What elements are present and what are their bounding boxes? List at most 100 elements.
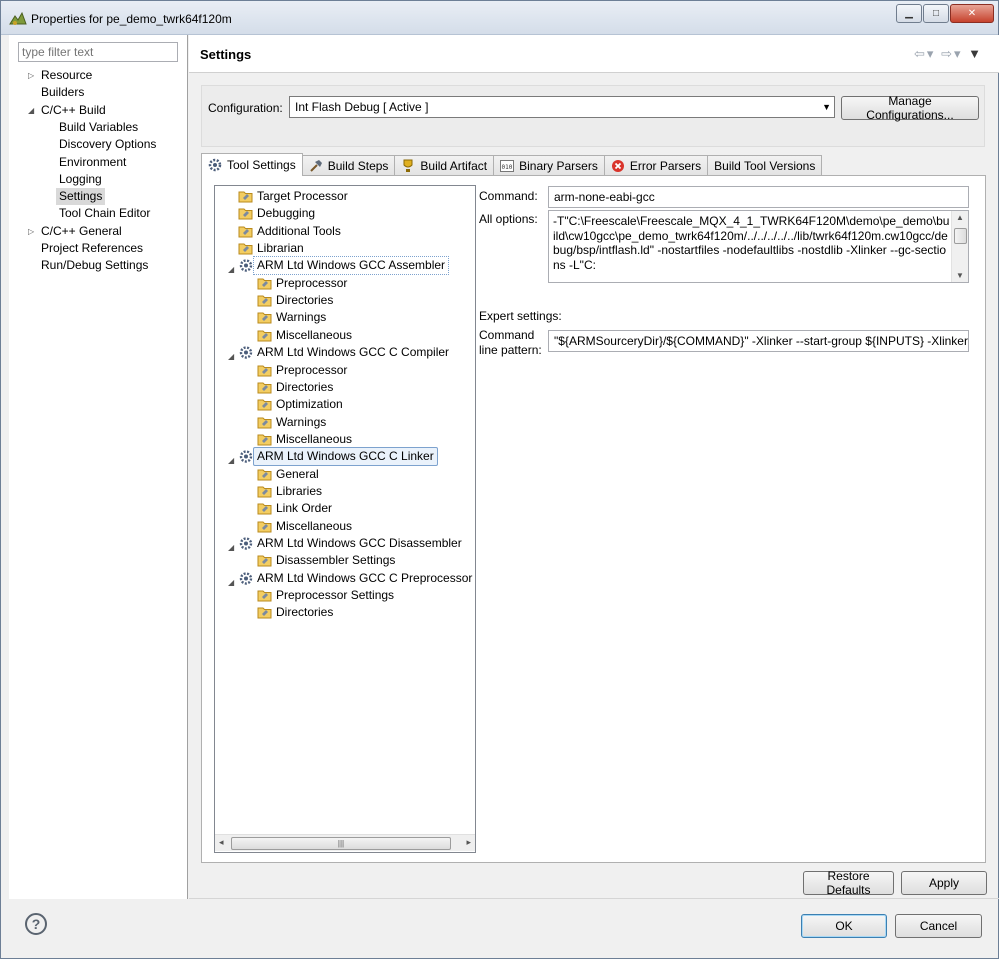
trophy-icon [403,159,413,172]
all-options-textarea[interactable]: -T"C:\Freescale\Freescale_MQX_4_1_TWRK64… [548,210,969,283]
tree-item[interactable]: Directories [1,604,471,621]
tree-item[interactable]: Miscellaneous [1,431,471,448]
command-input[interactable]: arm-none-eabi-gcc [548,186,969,208]
apply-button[interactable]: Apply [901,871,987,895]
tab-binary-parsers[interactable]: 010 Binary Parsers [493,155,605,176]
tree-item[interactable]: Preprocessor [1,275,471,292]
sidebar-item-builders[interactable]: Builders [41,84,84,101]
tree-item[interactable]: Preprocessor Settings [1,587,471,604]
cancel-button[interactable]: Cancel [895,914,982,938]
help-icon[interactable]: ? [25,913,47,935]
tree-item-label: Warnings [276,414,327,429]
tree-item[interactable]: Link Order [1,500,471,517]
tree-item[interactable]: ◢ ARM Ltd Windows GCC Disassembler [1,535,471,552]
tab-build-tool-versions[interactable]: Build Tool Versions [707,155,823,176]
tab-label: Binary Parsers [519,159,598,173]
maximize-icon: □ [932,8,940,19]
settings-folder-icon [257,519,273,534]
tree-item-label: Libraries [276,483,323,498]
tree-item[interactable]: Preprocessor [1,362,471,379]
tree-horizontal-scrollbar[interactable]: ◂ ||| ▸ [215,834,475,851]
tree-item-label: Preprocessor [276,275,348,290]
settings-folder-icon [238,189,254,204]
app-icon [9,11,27,25]
back-dropdown-icon[interactable]: ▾ [927,46,936,61]
tree-item[interactable]: Debugging [1,205,471,222]
sidebar-item-build-variables[interactable]: Build Variables [59,119,138,136]
back-arrow-icon[interactable]: ⇦ [914,46,927,61]
scroll-up-icon[interactable]: ▲ [956,213,964,222]
tree-item-label: Miscellaneous [276,327,353,342]
tree-item-label: ARM Ltd Windows GCC C Linker [253,447,438,467]
tree-item[interactable]: Miscellaneous [1,518,471,535]
page-header: Settings ⇦▾ ⇨▾ ▼ [189,35,999,73]
sidebar-item-environment[interactable]: Environment [59,154,126,171]
filter-input[interactable] [18,42,178,62]
sidebar-item-discovery-options[interactable]: Discovery Options [59,136,156,153]
configuration-select[interactable]: Int Flash Debug [ Active ] ▼ [289,96,835,118]
view-menu-icon[interactable]: ▼ [968,46,983,61]
scroll-left-icon[interactable]: ◂ [219,837,224,848]
tab-build-steps[interactable]: Build Steps [301,155,396,176]
scroll-right-icon[interactable]: ▸ [466,837,471,848]
tree-item[interactable]: Directories [1,379,471,396]
all-options-text: -T"C:\Freescale\Freescale_MQX_4_1_TWRK64… [553,214,950,272]
restore-defaults-button[interactable]: Restore Defaults [803,869,894,897]
sidebar-item-logging[interactable]: Logging [59,171,102,188]
chevron-down-icon: ▼ [822,102,831,112]
close-button[interactable]: ✕ [950,4,994,23]
settings-folder-icon [257,553,273,568]
close-icon: ✕ [967,8,977,19]
tree-item[interactable]: ◢ ARM Ltd Windows GCC Assembler [1,256,471,276]
tree-item[interactable]: Warnings [1,414,471,431]
tree-item[interactable]: Librarian [1,240,471,257]
maximize-button[interactable]: □ [923,4,949,23]
tree-item[interactable]: Additional Tools [1,223,471,240]
expanded-arrow-icon[interactable]: ◢ [28,106,34,115]
tree-item[interactable]: ◢ ARM Ltd Windows GCC C Linker [1,447,471,467]
tree-item[interactable]: Warnings [1,309,471,326]
tree-item-label: Optimization [276,397,343,412]
tree-item[interactable]: ◢ ARM Ltd Windows GCC C Preprocessor [1,570,472,587]
tree-item-label: Disassembler Settings [276,553,396,568]
tree-item-label: Miscellaneous [276,518,353,533]
settings-folder-icon [257,467,273,482]
all-options-scrollbar[interactable]: ▲ ▼ [951,211,968,282]
tree-item-label: Preprocessor [276,362,348,377]
page-title: Settings [200,47,252,62]
tree-item[interactable]: Disassembler Settings [1,552,471,569]
tab-label: Tool Settings [227,158,296,172]
tree-item[interactable]: ◢ ARM Ltd Windows GCC C Compiler [1,344,471,361]
tree-item[interactable]: Target Processor [1,188,471,205]
forward-arrow-icon[interactable]: ⇨ [941,46,954,61]
tab-error-parsers[interactable]: Error Parsers [603,155,709,176]
scroll-thumb[interactable] [954,228,967,244]
minimize-icon: ▁ [905,8,913,19]
scroll-down-icon[interactable]: ▼ [956,271,964,280]
tree-item[interactable]: Optimization [1,396,471,413]
tree-item-label: Warnings [276,310,327,325]
settings-folder-icon [257,328,273,343]
sidebar-item-resource[interactable]: Resource [41,67,92,84]
window-title: Properties for pe_demo_twrk64f120m [31,12,232,26]
forward-dropdown-icon[interactable]: ▾ [954,46,963,61]
tree-item[interactable]: Miscellaneous [1,327,471,344]
minimize-button[interactable]: ▁ [896,4,922,23]
tree-item-label: Target Processor [257,189,348,203]
collapsed-arrow-icon[interactable]: ▷ [28,71,34,80]
manage-configurations-button[interactable]: Manage Configurations... [841,94,979,122]
ok-button[interactable]: OK [801,914,887,938]
settings-folder-icon [257,605,273,620]
tree-item[interactable]: Libraries [1,483,471,500]
tab-tool-settings[interactable]: Tool Settings [201,153,303,176]
tab-build-artifact[interactable]: Build Artifact [394,155,495,176]
command-line-pattern-input[interactable]: "${ARMSourceryDir}/${COMMAND}" -Xlinker … [548,330,969,352]
command-label: Command: [479,189,538,203]
sidebar-item-c-c-build[interactable]: C/C++ Build [41,102,106,119]
tree-item[interactable]: Directories [1,292,471,309]
scroll-thumb[interactable]: ||| [231,837,451,850]
settings-folder-icon [257,415,273,430]
tree-item-label: Directories [276,605,334,620]
settings-folder-icon [257,380,273,395]
tree-item[interactable]: General [1,466,471,483]
